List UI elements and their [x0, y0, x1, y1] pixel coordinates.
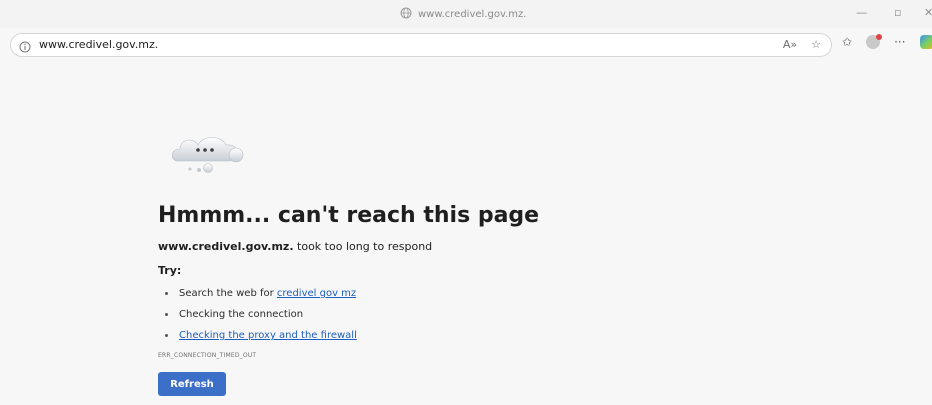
bullet: [165, 334, 168, 337]
error-host: www.credivel.gov.mz.: [158, 240, 294, 253]
copilot-icon[interactable]: [919, 35, 932, 49]
bullet: [165, 313, 168, 316]
suggestion-search-prefix: Search the web for: [179, 288, 277, 299]
favorites-icon[interactable]: ✩: [842, 35, 852, 49]
title-bar: www.credivel.gov.mz. — ▫ ✕: [0, 0, 932, 28]
globe-icon: [400, 7, 412, 22]
profile-avatar[interactable]: [866, 34, 883, 49]
restore-button[interactable]: ▫: [894, 6, 901, 19]
suggestion-connection-text: Checking the connection: [179, 309, 304, 320]
bullet: [165, 292, 168, 295]
more-options-icon[interactable]: ···: [894, 35, 905, 49]
try-label: Try:: [158, 264, 182, 277]
suggestion-list: Search the web for credivel gov mz Check…: [158, 283, 357, 346]
search-web-link[interactable]: credivel gov mz: [277, 283, 356, 304]
suggestion-search: Search the web for credivel gov mz: [158, 283, 357, 304]
window-title: www.credivel.gov.mz.: [400, 7, 526, 22]
proxy-firewall-link[interactable]: Checking the proxy and the firewall: [179, 325, 357, 346]
suggestion-connection: Checking the connection: [158, 304, 357, 325]
read-aloud-icon[interactable]: A»: [783, 38, 797, 51]
window-title-text: www.credivel.gov.mz.: [418, 9, 527, 20]
error-message: took too long to respond: [297, 240, 433, 253]
minimize-button[interactable]: —: [856, 6, 867, 19]
close-button[interactable]: ✕: [924, 6, 932, 19]
address-row: www.credivel.gov.mz. A» ☆ ✩ ···: [0, 29, 932, 59]
address-actions: A» ☆: [783, 38, 821, 51]
error-description: www.credivel.gov.mz. took too long to re…: [158, 240, 432, 253]
page-heading: Hmmm... can't reach this page: [158, 203, 540, 228]
address-text[interactable]: www.credivel.gov.mz.: [39, 38, 158, 51]
error-code: ERR_CONNECTION_TIMED_OUT: [158, 352, 257, 359]
favorite-star-icon[interactable]: ☆: [811, 38, 821, 51]
toolbar-actions: ✩ ···: [842, 34, 932, 49]
suggestion-proxy: Checking the proxy and the firewall: [158, 325, 357, 346]
cloud-illustration: [168, 133, 250, 179]
refresh-button[interactable]: Refresh: [158, 372, 226, 396]
info-icon[interactable]: [19, 38, 31, 57]
address-bar[interactable]: www.credivel.gov.mz. A» ☆: [10, 33, 832, 57]
